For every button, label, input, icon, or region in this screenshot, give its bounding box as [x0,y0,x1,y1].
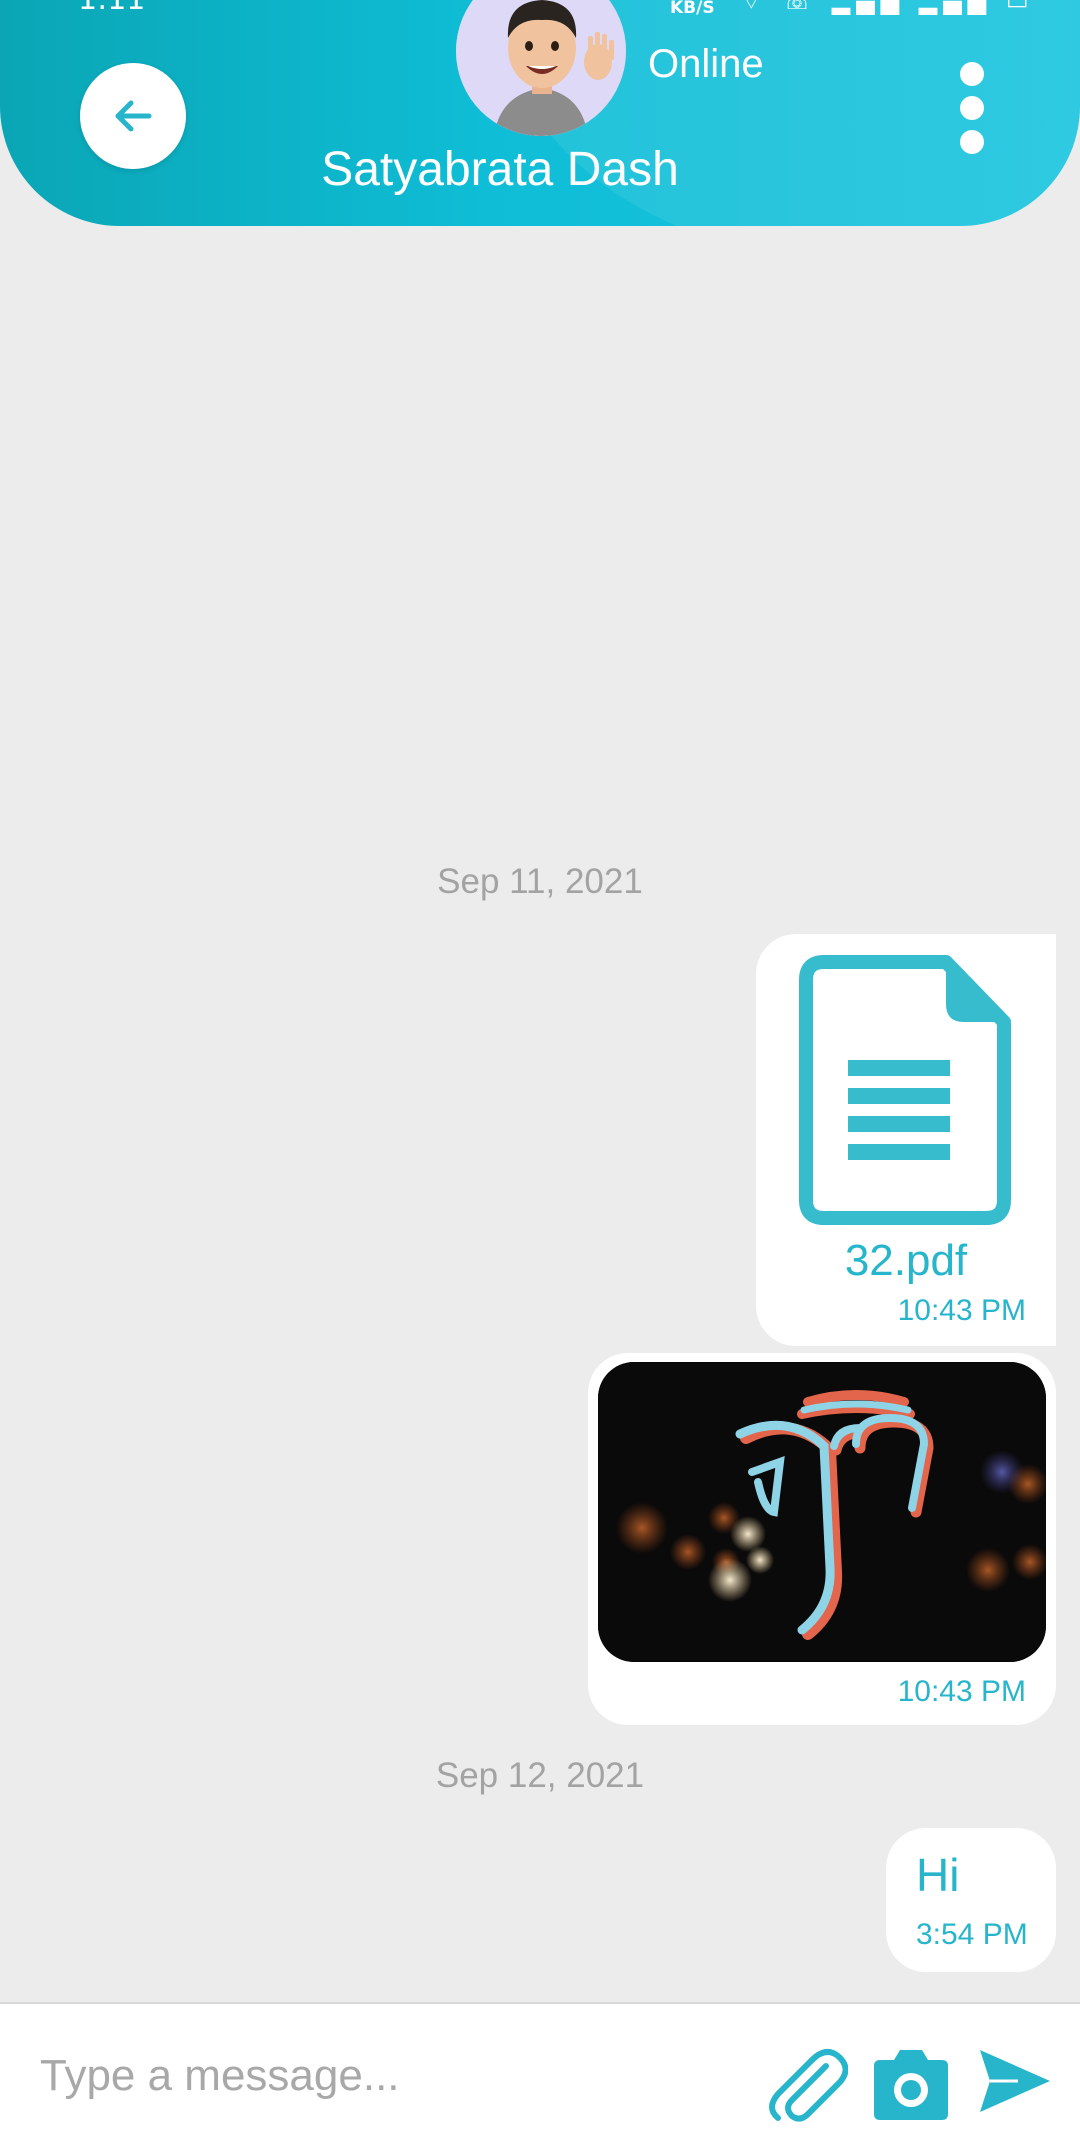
status-icons: ⌔ ☏ ▂▄▆ ▂▄▆ ▭ [740,0,1035,16]
shared-photo[interactable] [598,1362,1046,1662]
contact-name-row: Satyabrata Dash [0,142,1080,197]
message-time: 3:54 PM [916,1918,1028,1951]
paperclip-icon [769,2048,849,2122]
date-separator: Sep 12, 2021 [435,1756,645,1795]
file-name[interactable]: 32.pdf [756,1236,1056,1286]
chat-header: 1:11 KB/S ⌔ ☏ ▂▄▆ ▂▄▆ ▭ [0,0,1080,226]
message-composer [0,2002,1080,2155]
presence-status: Online [648,42,764,86]
more-vertical-icon [960,62,984,86]
more-options-button[interactable] [954,62,990,154]
wifi-icon: ⌔ [740,0,769,15]
message-bubble-text[interactable]: Hi 3:54 PM [886,1828,1056,1972]
message-text: Hi [916,1849,960,1901]
document-icon [799,955,1011,1225]
status-time: 1:11 [78,0,145,17]
send-button[interactable] [978,2048,1052,2114]
battery-icon: ▭ [1005,0,1035,15]
date-separator: Sep 11, 2021 [437,862,643,901]
camera-button[interactable] [866,2046,954,2122]
photo-image [598,1362,1046,1662]
message-time: 10:43 PM [897,1294,1026,1327]
send-icon [980,2050,1050,2112]
message-time: 10:43 PM [897,1675,1026,1708]
contact-name[interactable]: Satyabrata Dash [321,143,679,196]
attach-button[interactable] [764,2042,849,2126]
more-vertical-icon-dot [960,96,984,120]
camera-icon [874,2050,948,2120]
volte-icon: ☏ [782,0,819,15]
network-speed: KB/S [670,0,715,18]
message-bubble-image[interactable]: 10:43 PM [588,1353,1056,1725]
arrow-left-icon [115,100,152,132]
more-vertical-icon-dot [960,130,984,154]
message-input[interactable] [40,2046,740,2106]
signal-icon: ▂▄▆ [918,0,993,15]
signal-icon: ▂▄▆ [831,0,906,15]
message-bubble-file[interactable]: 32.pdf 10:43 PM [756,934,1056,1346]
